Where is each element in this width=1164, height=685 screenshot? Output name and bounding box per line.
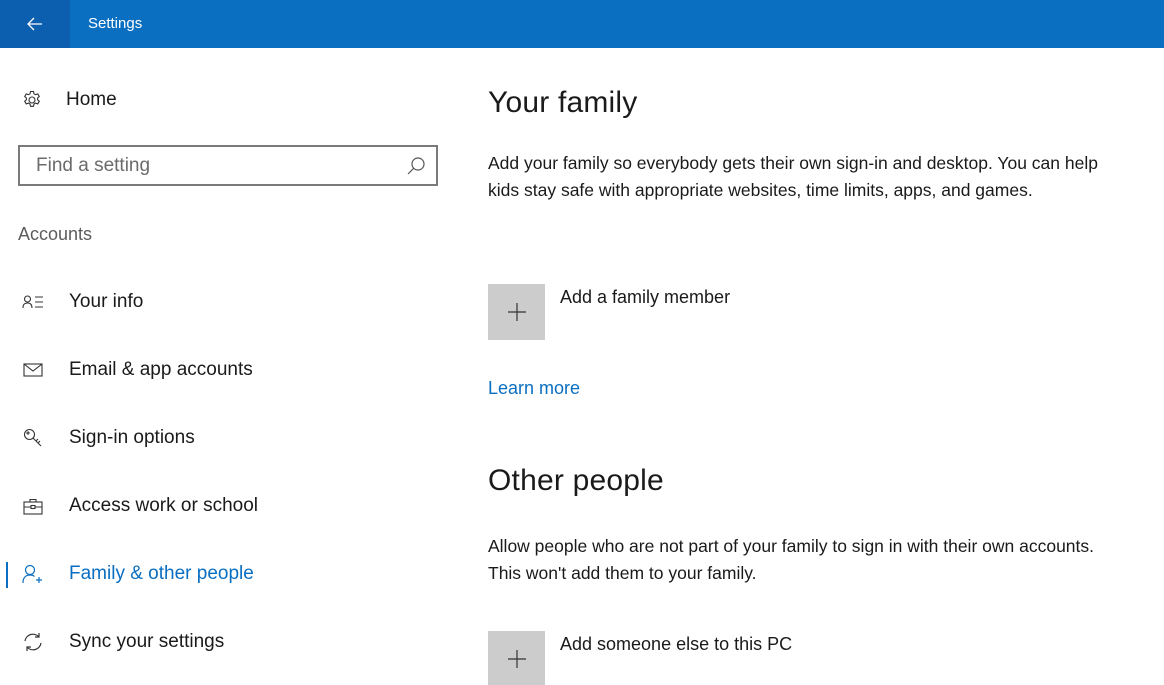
add-someone-else-button[interactable]: Add someone else to this PC bbox=[488, 631, 792, 685]
nav-item-label: Email & app accounts bbox=[69, 359, 253, 380]
nav-item-sync-settings[interactable]: Sync your settings bbox=[0, 622, 450, 662]
other-people-heading: Other people bbox=[488, 464, 664, 497]
nav-item-work-school[interactable]: Access work or school bbox=[0, 486, 450, 526]
nav-item-family-other-people[interactable]: Family & other people bbox=[0, 554, 450, 594]
search-icon[interactable] bbox=[406, 156, 426, 176]
add-family-member-button[interactable]: Add a family member bbox=[488, 284, 730, 340]
your-info-icon bbox=[22, 291, 44, 313]
nav-item-label: Family & other people bbox=[69, 563, 254, 584]
your-family-description: Add your family so everybody gets their … bbox=[488, 153, 1098, 200]
key-icon bbox=[22, 427, 44, 449]
learn-more-link[interactable]: Learn more bbox=[488, 378, 580, 399]
nav-item-label: Sign-in options bbox=[69, 427, 195, 448]
back-button[interactable] bbox=[0, 0, 70, 48]
add-someone-else-label: Add someone else to this PC bbox=[560, 634, 793, 654]
other-people-description: Allow people who are not part of your fa… bbox=[488, 536, 1095, 583]
gear-icon bbox=[23, 90, 41, 107]
home-link[interactable]: Home bbox=[22, 86, 117, 114]
briefcase-icon bbox=[22, 495, 44, 517]
nav-item-sign-in-options[interactable]: Sign-in options bbox=[0, 418, 450, 458]
active-indicator bbox=[6, 562, 8, 588]
search-box bbox=[18, 145, 438, 186]
nav-item-label: Your info bbox=[69, 291, 144, 312]
add-family-member-label: Add a family member bbox=[560, 287, 731, 307]
search-input[interactable] bbox=[20, 147, 390, 184]
add-tile bbox=[488, 631, 545, 685]
nav-item-label: Sync your settings bbox=[69, 631, 225, 652]
plus-icon bbox=[507, 650, 526, 668]
mail-icon bbox=[22, 359, 44, 381]
your-family-heading: Your family bbox=[488, 86, 638, 119]
section-title: Accounts bbox=[18, 224, 93, 244]
window-title: Settings bbox=[88, 15, 143, 32]
add-person-icon bbox=[22, 563, 44, 585]
home-label: Home bbox=[66, 89, 117, 110]
nav-item-email-accounts[interactable]: Email & app accounts bbox=[0, 350, 450, 390]
nav-item-label: Access work or school bbox=[69, 495, 259, 516]
title-bar: Settings bbox=[0, 0, 1164, 48]
add-tile bbox=[488, 284, 545, 340]
sync-icon bbox=[22, 631, 44, 653]
nav-item-your-info[interactable]: Your info bbox=[0, 282, 450, 322]
plus-icon bbox=[507, 303, 526, 321]
back-arrow-icon bbox=[27, 17, 42, 31]
